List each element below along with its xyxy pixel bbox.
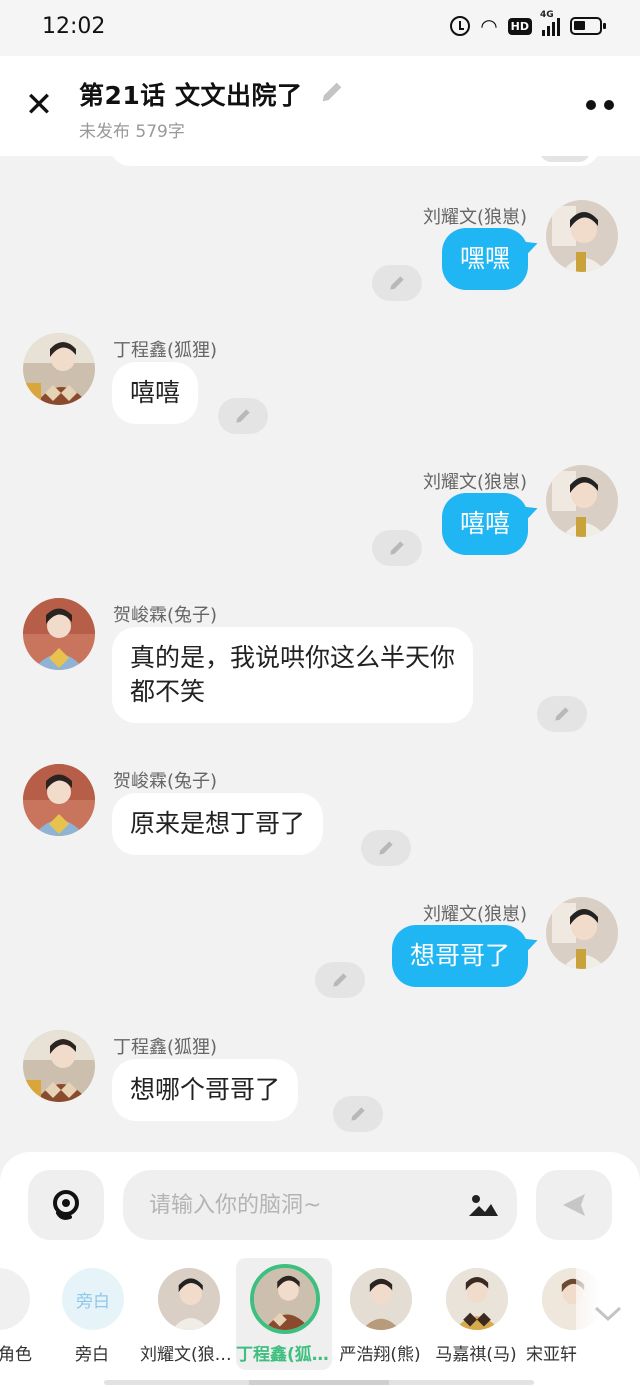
voice-button[interactable] bbox=[28, 1170, 104, 1240]
narrator-avatar: 旁白 bbox=[62, 1268, 124, 1330]
edit-pencil-icon bbox=[555, 707, 569, 721]
sender-name: 丁程鑫(狐狸) bbox=[113, 1037, 218, 1058]
message-input[interactable] bbox=[149, 1170, 449, 1240]
chat-area[interactable]: 刘耀文(狼崽) 嘿嘿 丁程鑫(狐狸) 嘻嘻 刘耀文(狼崽) 嘻嘻 贺峻霖(兔子)… bbox=[0, 156, 640, 1156]
send-button[interactable] bbox=[536, 1170, 612, 1240]
message-text-line: 真的是，我说哄你这么半天你 bbox=[130, 643, 456, 672]
message-bubble[interactable]: 原来是想丁哥了 bbox=[112, 793, 324, 855]
previous-edit-button[interactable] bbox=[540, 156, 590, 162]
previous-bubble bbox=[110, 156, 600, 166]
close-icon: ✕ bbox=[24, 85, 54, 125]
role-avatar bbox=[446, 1268, 508, 1330]
sender-name: 贺峻霖(兔子) bbox=[113, 771, 218, 792]
input-area bbox=[0, 1152, 640, 1258]
avatar[interactable] bbox=[23, 764, 95, 836]
page-subtitle: 未发布 579字 bbox=[79, 122, 185, 142]
role-avatar bbox=[0, 1268, 30, 1330]
role-item[interactable]: 角色 bbox=[0, 1258, 46, 1370]
alarm-icon bbox=[450, 16, 471, 36]
role-item[interactable]: 马嘉祺(马) bbox=[428, 1258, 524, 1370]
sender-name: 贺峻霖(兔子) bbox=[113, 605, 218, 626]
edit-pencil-icon bbox=[390, 276, 404, 290]
sender-name: 刘耀文(狼崽) bbox=[422, 207, 527, 228]
role-item[interactable]: 刘耀文(狼崽) bbox=[140, 1258, 236, 1370]
role-avatar bbox=[250, 1264, 320, 1334]
role-name: 刘耀文(狼崽) bbox=[140, 1345, 236, 1365]
network-label: 4G bbox=[540, 10, 554, 20]
role-item-narrator[interactable]: 旁白 旁白 bbox=[44, 1258, 140, 1370]
message-bubble[interactable]: 想哪个哥哥了 bbox=[112, 1059, 299, 1121]
role-name: 旁白 bbox=[75, 1345, 109, 1365]
battery-icon bbox=[570, 17, 606, 35]
avatar[interactable] bbox=[23, 333, 95, 405]
role-name: 丁程鑫(狐狸) bbox=[236, 1345, 332, 1365]
signal-icon: 4G bbox=[540, 10, 560, 36]
edit-message-button[interactable] bbox=[372, 265, 422, 301]
message-bubble[interactable]: 想哥哥了 bbox=[391, 925, 528, 987]
edit-message-button[interactable] bbox=[315, 962, 365, 998]
edit-message-button[interactable] bbox=[537, 696, 587, 732]
edit-pencil-icon bbox=[236, 409, 250, 423]
role-name: 马嘉祺(马) bbox=[435, 1345, 517, 1365]
wifi-icon: ◠ bbox=[480, 14, 498, 38]
role-name: 严浩翔(熊) bbox=[339, 1345, 421, 1365]
header: ✕ 第21话 文文出院了 未发布 579字 bbox=[0, 56, 640, 156]
role-avatar bbox=[158, 1268, 220, 1330]
page-title: 第21话 文文出院了 bbox=[79, 81, 303, 110]
message-bubble[interactable]: 嘿嘿 bbox=[441, 228, 528, 290]
avatar[interactable] bbox=[546, 465, 618, 537]
title-edit-icon[interactable] bbox=[318, 78, 346, 106]
hd-badge: HD bbox=[507, 17, 532, 35]
edit-pencil-icon bbox=[390, 541, 404, 555]
scroll-indicator bbox=[104, 1380, 534, 1385]
expand-roles-button[interactable] bbox=[576, 1258, 640, 1370]
avatar[interactable] bbox=[546, 200, 618, 272]
role-item-selected[interactable]: 丁程鑫(狐狸) bbox=[236, 1258, 332, 1370]
more-button[interactable] bbox=[586, 96, 618, 114]
status-bar: 12:02 ◠ HD 4G bbox=[0, 0, 640, 56]
edit-pencil-icon bbox=[333, 973, 347, 987]
avatar[interactable] bbox=[546, 897, 618, 969]
chevron-down-icon bbox=[594, 1306, 622, 1322]
sender-name: 刘耀文(狼崽) bbox=[422, 904, 527, 925]
avatar[interactable] bbox=[23, 598, 95, 670]
message-bubble[interactable]: 嘻嘻 bbox=[112, 362, 199, 424]
sender-name: 刘耀文(狼崽) bbox=[422, 472, 527, 493]
send-icon bbox=[563, 1194, 585, 1216]
role-item[interactable]: 严浩翔(熊) bbox=[332, 1258, 428, 1370]
more-icon bbox=[586, 100, 596, 110]
message-text-line: 都不笑 bbox=[130, 677, 206, 706]
message-input-box[interactable] bbox=[123, 1170, 517, 1240]
edit-message-button[interactable] bbox=[372, 530, 422, 566]
edit-message-button[interactable] bbox=[333, 1096, 383, 1132]
avatar[interactable] bbox=[23, 1030, 95, 1102]
voice-icon bbox=[53, 1190, 79, 1220]
image-icon[interactable] bbox=[467, 1190, 499, 1220]
status-icons: ◠ HD 4G bbox=[450, 10, 606, 38]
sender-name: 丁程鑫(狐狸) bbox=[113, 340, 218, 361]
edit-message-button[interactable] bbox=[218, 398, 268, 434]
edit-pencil-icon bbox=[379, 841, 393, 855]
message-bubble[interactable]: 嘻嘻 bbox=[441, 493, 528, 555]
message-bubble[interactable]: 真的是，我说哄你这么半天你 都不笑 bbox=[112, 627, 474, 723]
status-time: 12:02 bbox=[42, 14, 106, 39]
role-avatar bbox=[350, 1268, 412, 1330]
edit-pencil-icon bbox=[351, 1107, 365, 1121]
role-name: 角色 bbox=[0, 1345, 32, 1365]
edit-message-button[interactable] bbox=[361, 830, 411, 866]
role-selector[interactable]: 角色 旁白 旁白 刘耀文(狼崽) 丁程鑫(狐狸) 严浩翔(熊) 马嘉祺(马) 宋… bbox=[0, 1258, 640, 1387]
close-button[interactable]: ✕ bbox=[20, 86, 58, 124]
